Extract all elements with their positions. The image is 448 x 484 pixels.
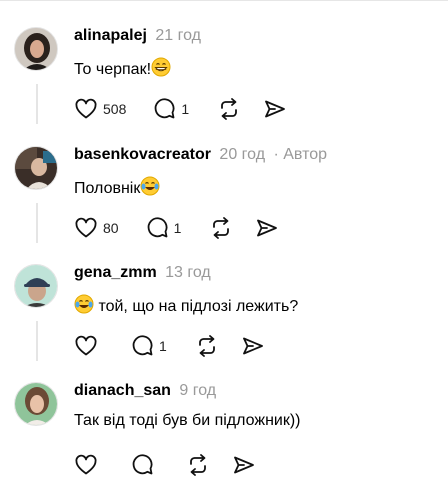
comment-icon bbox=[147, 217, 168, 238]
send-icon bbox=[234, 456, 254, 474]
username[interactable]: basenkovacreator bbox=[74, 146, 211, 163]
top-divider bbox=[0, 0, 448, 1]
send-icon bbox=[265, 100, 286, 118]
repost-icon bbox=[213, 217, 230, 239]
share-button[interactable] bbox=[232, 453, 256, 477]
username[interactable]: alinapalej bbox=[74, 27, 147, 44]
repost-icon bbox=[190, 454, 206, 476]
reply-count: 1 bbox=[181, 101, 190, 117]
like-button[interactable] bbox=[74, 334, 98, 358]
send-icon bbox=[242, 337, 263, 355]
repost-button[interactable] bbox=[186, 453, 210, 477]
thread-line bbox=[36, 321, 38, 361]
timestamp[interactable]: 20 год bbox=[219, 146, 265, 163]
share-button[interactable] bbox=[241, 334, 265, 358]
username[interactable]: dianach_san bbox=[74, 382, 171, 399]
timestamp[interactable]: 9 год bbox=[179, 382, 216, 399]
comment-text: Так від тоді був би підложник)) bbox=[74, 412, 301, 430]
comment-header: gena_zmm 13 год bbox=[74, 264, 211, 286]
action-bar bbox=[74, 451, 256, 479]
reply-button[interactable]: 1 bbox=[145, 216, 182, 240]
repost-icon bbox=[221, 98, 238, 120]
heart-icon bbox=[75, 98, 97, 119]
grinning-face-icon bbox=[151, 57, 171, 82]
repost-button[interactable] bbox=[217, 97, 241, 121]
comment-header: alinapalej 21 год bbox=[74, 27, 201, 49]
comment-icon bbox=[155, 98, 175, 119]
like-count: 80 bbox=[103, 220, 119, 236]
heart-icon bbox=[75, 217, 97, 238]
comment-body: Половнік bbox=[74, 180, 141, 197]
like-button[interactable]: 80 bbox=[74, 216, 119, 240]
like-count: 508 bbox=[103, 101, 127, 117]
action-bar: 508 1 bbox=[74, 95, 287, 123]
avatar[interactable] bbox=[14, 146, 58, 190]
author-badge: · Автор bbox=[273, 146, 328, 163]
repost-button[interactable] bbox=[195, 334, 219, 358]
avatar[interactable] bbox=[14, 382, 58, 426]
avatar[interactable] bbox=[14, 264, 58, 308]
share-button[interactable] bbox=[263, 97, 287, 121]
avatar[interactable] bbox=[14, 27, 58, 71]
username[interactable]: gena_zmm bbox=[74, 264, 157, 281]
comment-text: То черпак! bbox=[74, 57, 171, 82]
comment-text: Половнік bbox=[74, 176, 160, 201]
comment-text: той, що на підлозі лежить? bbox=[74, 294, 298, 319]
reply-button[interactable] bbox=[130, 453, 154, 477]
reply-count: 1 bbox=[173, 220, 182, 236]
timestamp[interactable]: 21 год bbox=[155, 27, 201, 44]
tears-of-joy-icon bbox=[74, 294, 94, 319]
timestamp[interactable]: 13 год bbox=[165, 264, 211, 281]
reply-count: 1 bbox=[159, 338, 167, 354]
like-button[interactable] bbox=[74, 453, 98, 477]
thread-line bbox=[36, 84, 38, 124]
comment-icon bbox=[132, 454, 153, 475]
reply-button[interactable]: 1 bbox=[152, 97, 189, 121]
comment-body: Так від тоді був би підложник)) bbox=[74, 412, 301, 429]
reply-button[interactable]: 1 bbox=[130, 334, 167, 358]
heart-icon bbox=[75, 454, 97, 475]
tears-of-joy-icon bbox=[140, 176, 160, 201]
action-bar: 1 bbox=[74, 332, 265, 360]
comment-body: То черпак! bbox=[74, 61, 152, 78]
comment-icon bbox=[132, 335, 153, 356]
thread-line bbox=[36, 203, 38, 243]
share-button[interactable] bbox=[255, 216, 279, 240]
comment-header: basenkovacreator 20 год · Автор bbox=[74, 146, 327, 168]
action-bar: 80 1 bbox=[74, 214, 279, 242]
comment-body: той, що на підлозі лежить? bbox=[94, 298, 299, 315]
comment-header: dianach_san 9 год bbox=[74, 382, 216, 404]
like-button[interactable]: 508 bbox=[74, 97, 126, 121]
heart-icon bbox=[75, 335, 97, 356]
repost-button[interactable] bbox=[209, 216, 233, 240]
repost-icon bbox=[198, 335, 215, 357]
send-icon bbox=[257, 219, 278, 237]
